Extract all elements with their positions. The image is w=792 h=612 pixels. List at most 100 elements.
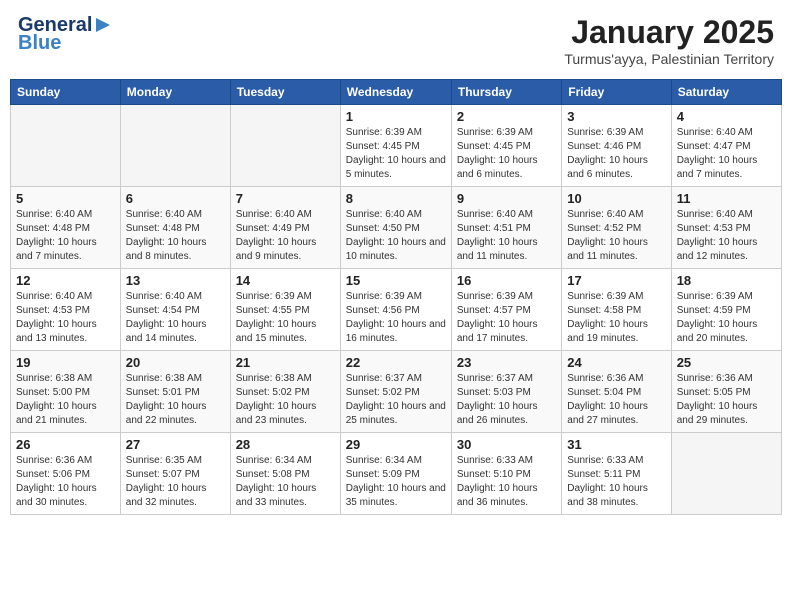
title-section: January 2025 Turmus'ayya, Palestinian Te… xyxy=(564,14,774,67)
day-number: 17 xyxy=(567,273,665,288)
calendar-cell: 14 Sunrise: 6:39 AM Sunset: 4:55 PM Dayli… xyxy=(230,269,340,351)
calendar-cell: 13 Sunrise: 6:40 AM Sunset: 4:54 PM Dayli… xyxy=(120,269,230,351)
calendar-week-5: 26 Sunrise: 6:36 AM Sunset: 5:06 PM Dayli… xyxy=(11,433,782,515)
day-info: Sunrise: 6:38 AM Sunset: 5:01 PM Dayligh… xyxy=(126,372,225,428)
day-info: Sunrise: 6:40 AM Sunset: 4:54 PM Dayligh… xyxy=(126,290,225,346)
calendar-cell: 24 Sunrise: 6:36 AM Sunset: 5:04 PM Dayli… xyxy=(562,351,671,433)
day-number: 21 xyxy=(236,355,335,370)
calendar-cell: 18 Sunrise: 6:39 AM Sunset: 4:59 PM Dayli… xyxy=(671,269,781,351)
day-info: Sunrise: 6:40 AM Sunset: 4:48 PM Dayligh… xyxy=(16,208,115,264)
day-info: Sunrise: 6:36 AM Sunset: 5:05 PM Dayligh… xyxy=(677,372,776,428)
calendar-cell: 16 Sunrise: 6:39 AM Sunset: 4:57 PM Dayli… xyxy=(451,269,561,351)
day-info: Sunrise: 6:37 AM Sunset: 5:03 PM Dayligh… xyxy=(457,372,556,428)
day-number: 10 xyxy=(567,191,665,206)
day-info: Sunrise: 6:40 AM Sunset: 4:53 PM Dayligh… xyxy=(677,208,776,264)
day-number: 4 xyxy=(677,109,776,124)
day-number: 19 xyxy=(16,355,115,370)
day-number: 24 xyxy=(567,355,665,370)
day-number: 28 xyxy=(236,437,335,452)
weekday-header-tuesday: Tuesday xyxy=(230,80,340,105)
calendar-cell: 17 Sunrise: 6:39 AM Sunset: 4:58 PM Dayli… xyxy=(562,269,671,351)
calendar-cell: 15 Sunrise: 6:39 AM Sunset: 4:56 PM Dayli… xyxy=(340,269,451,351)
calendar-cell xyxy=(230,105,340,187)
day-number: 9 xyxy=(457,191,556,206)
day-info: Sunrise: 6:39 AM Sunset: 4:57 PM Dayligh… xyxy=(457,290,556,346)
day-info: Sunrise: 6:35 AM Sunset: 5:07 PM Dayligh… xyxy=(126,454,225,510)
day-number: 6 xyxy=(126,191,225,206)
day-info: Sunrise: 6:33 AM Sunset: 5:11 PM Dayligh… xyxy=(567,454,665,510)
calendar-cell: 3 Sunrise: 6:39 AM Sunset: 4:46 PM Daylig… xyxy=(562,105,671,187)
day-info: Sunrise: 6:38 AM Sunset: 5:02 PM Dayligh… xyxy=(236,372,335,428)
day-info: Sunrise: 6:39 AM Sunset: 4:45 PM Dayligh… xyxy=(346,126,446,182)
day-number: 5 xyxy=(16,191,115,206)
calendar-cell: 1 Sunrise: 6:39 AM Sunset: 4:45 PM Daylig… xyxy=(340,105,451,187)
month-title: January 2025 xyxy=(564,14,774,51)
day-info: Sunrise: 6:39 AM Sunset: 4:46 PM Dayligh… xyxy=(567,126,665,182)
day-info: Sunrise: 6:36 AM Sunset: 5:06 PM Dayligh… xyxy=(16,454,115,510)
calendar-week-3: 12 Sunrise: 6:40 AM Sunset: 4:53 PM Dayli… xyxy=(11,269,782,351)
day-info: Sunrise: 6:34 AM Sunset: 5:08 PM Dayligh… xyxy=(236,454,335,510)
day-number: 13 xyxy=(126,273,225,288)
calendar-cell: 22Sunrise: 6:37 AM Sunset: 5:02 PM Dayli… xyxy=(340,351,451,433)
calendar-cell: 29Sunrise: 6:34 AM Sunset: 5:09 PM Dayli… xyxy=(340,433,451,515)
day-number: 27 xyxy=(126,437,225,452)
day-info: Sunrise: 6:40 AM Sunset: 4:49 PM Dayligh… xyxy=(236,208,335,264)
calendar-cell: 2 Sunrise: 6:39 AM Sunset: 4:45 PM Daylig… xyxy=(451,105,561,187)
calendar-cell: 11 Sunrise: 6:40 AM Sunset: 4:53 PM Dayli… xyxy=(671,187,781,269)
day-number: 20 xyxy=(126,355,225,370)
logo-blue: Blue xyxy=(18,32,112,54)
day-info: Sunrise: 6:39 AM Sunset: 4:55 PM Dayligh… xyxy=(236,290,335,346)
calendar-week-4: 19Sunrise: 6:38 AM Sunset: 5:00 PM Dayli… xyxy=(11,351,782,433)
logo: General Blue xyxy=(18,14,112,54)
calendar-cell: 20 Sunrise: 6:38 AM Sunset: 5:01 PM Dayli… xyxy=(120,351,230,433)
calendar-cell: 28 Sunrise: 6:34 AM Sunset: 5:08 PM Dayli… xyxy=(230,433,340,515)
weekday-header-wednesday: Wednesday xyxy=(340,80,451,105)
day-number: 11 xyxy=(677,191,776,206)
day-info: Sunrise: 6:39 AM Sunset: 4:59 PM Dayligh… xyxy=(677,290,776,346)
day-number: 15 xyxy=(346,273,446,288)
weekday-header-monday: Monday xyxy=(120,80,230,105)
day-number: 3 xyxy=(567,109,665,124)
day-number: 7 xyxy=(236,191,335,206)
location-title: Turmus'ayya, Palestinian Territory xyxy=(564,51,774,67)
day-info: Sunrise: 6:40 AM Sunset: 4:53 PM Dayligh… xyxy=(16,290,115,346)
calendar-cell: 23 Sunrise: 6:37 AM Sunset: 5:03 PM Dayli… xyxy=(451,351,561,433)
calendar-cell: 4 Sunrise: 6:40 AM Sunset: 4:47 PM Daylig… xyxy=(671,105,781,187)
page-header: General Blue January 2025 Turmus'ayya, P… xyxy=(10,10,782,71)
day-number: 2 xyxy=(457,109,556,124)
day-info: Sunrise: 6:40 AM Sunset: 4:47 PM Dayligh… xyxy=(677,126,776,182)
calendar-week-2: 5 Sunrise: 6:40 AM Sunset: 4:48 PM Daylig… xyxy=(11,187,782,269)
day-number: 14 xyxy=(236,273,335,288)
day-info: Sunrise: 6:36 AM Sunset: 5:04 PM Dayligh… xyxy=(567,372,665,428)
day-number: 23 xyxy=(457,355,556,370)
weekday-header-saturday: Saturday xyxy=(671,80,781,105)
day-info: Sunrise: 6:37 AM Sunset: 5:02 PM Dayligh… xyxy=(346,372,446,428)
day-info: Sunrise: 6:34 AM Sunset: 5:09 PM Dayligh… xyxy=(346,454,446,510)
calendar-cell: 6Sunrise: 6:40 AM Sunset: 4:48 PM Daylig… xyxy=(120,187,230,269)
calendar-week-1: 1 Sunrise: 6:39 AM Sunset: 4:45 PM Daylig… xyxy=(11,105,782,187)
calendar-cell: 7 Sunrise: 6:40 AM Sunset: 4:49 PM Daylig… xyxy=(230,187,340,269)
calendar-table: SundayMondayTuesdayWednesdayThursdayFrid… xyxy=(10,79,782,515)
calendar-cell xyxy=(120,105,230,187)
weekday-header-sunday: Sunday xyxy=(11,80,121,105)
calendar-cell: 19Sunrise: 6:38 AM Sunset: 5:00 PM Dayli… xyxy=(11,351,121,433)
calendar-cell: 5 Sunrise: 6:40 AM Sunset: 4:48 PM Daylig… xyxy=(11,187,121,269)
day-number: 26 xyxy=(16,437,115,452)
day-number: 12 xyxy=(16,273,115,288)
day-number: 18 xyxy=(677,273,776,288)
day-number: 1 xyxy=(346,109,446,124)
day-info: Sunrise: 6:40 AM Sunset: 4:52 PM Dayligh… xyxy=(567,208,665,264)
day-number: 16 xyxy=(457,273,556,288)
weekday-header-thursday: Thursday xyxy=(451,80,561,105)
calendar-cell: 30Sunrise: 6:33 AM Sunset: 5:10 PM Dayli… xyxy=(451,433,561,515)
calendar-cell: 10 Sunrise: 6:40 AM Sunset: 4:52 PM Dayli… xyxy=(562,187,671,269)
day-info: Sunrise: 6:39 AM Sunset: 4:56 PM Dayligh… xyxy=(346,290,446,346)
day-info: Sunrise: 6:40 AM Sunset: 4:51 PM Dayligh… xyxy=(457,208,556,264)
day-info: Sunrise: 6:39 AM Sunset: 4:45 PM Dayligh… xyxy=(457,126,556,182)
weekday-header-row: SundayMondayTuesdayWednesdayThursdayFrid… xyxy=(11,80,782,105)
day-info: Sunrise: 6:39 AM Sunset: 4:58 PM Dayligh… xyxy=(567,290,665,346)
calendar-cell xyxy=(671,433,781,515)
day-number: 8 xyxy=(346,191,446,206)
day-info: Sunrise: 6:40 AM Sunset: 4:50 PM Dayligh… xyxy=(346,208,446,264)
day-number: 25 xyxy=(677,355,776,370)
